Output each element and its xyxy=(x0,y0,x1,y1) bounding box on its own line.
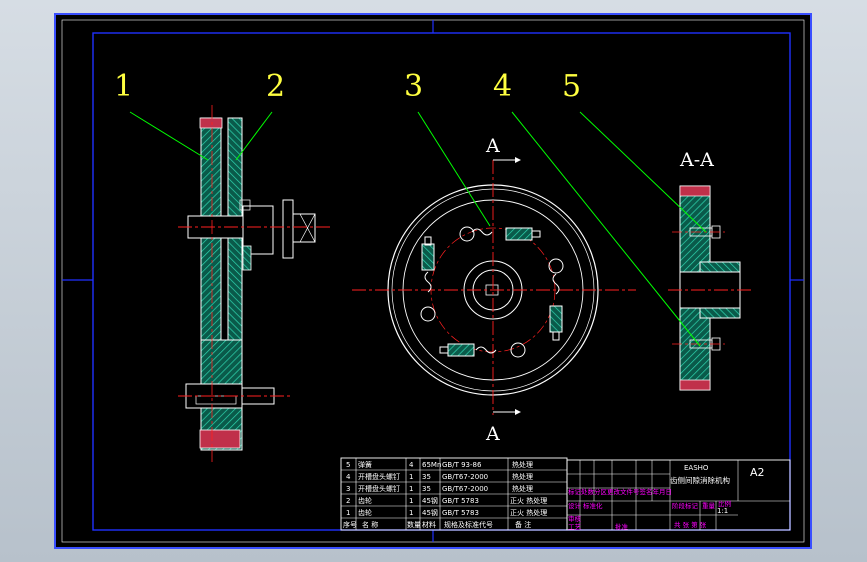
revision-label: 标记处数分区更改文件号签名年月日 xyxy=(568,487,672,496)
balloon-2: 2 xyxy=(266,69,285,104)
bom-name: 齿轮 xyxy=(358,496,372,505)
bom-no: 5 xyxy=(346,461,350,469)
drawing-title: 齿侧间隙消除机构 xyxy=(670,475,730,485)
bom-material: 45钢 xyxy=(422,496,438,505)
bom-qty: 1 xyxy=(409,485,413,493)
ratio-label: 比例 xyxy=(718,499,731,508)
scale-value: 1:1 xyxy=(717,507,728,515)
bom-note: 热处理 xyxy=(512,460,533,469)
bom-material: 35 xyxy=(422,473,431,481)
bom-qty: 1 xyxy=(409,473,413,481)
cad-window: 1 2 3 4 5 A A A-A 5 弹簧 4 65Mn GB/T 93-86… xyxy=(0,0,867,562)
bom-std: GB/T 93-86 xyxy=(442,461,482,469)
check-label: 审核 xyxy=(568,514,582,523)
bom-note: 正火 热处理 xyxy=(510,496,547,505)
bom-std: GB/T67-2000 xyxy=(442,485,488,493)
design-label: 设计 xyxy=(568,501,582,510)
section-mark-top: A xyxy=(485,135,500,157)
bom-no: 2 xyxy=(346,497,350,505)
bom-header-material: 材料 xyxy=(422,520,436,529)
weight-label: 重量 xyxy=(702,502,716,510)
bom-std: GB/T 5783 xyxy=(442,497,479,505)
bom-qty: 4 xyxy=(409,461,414,469)
bom-header-std: 规格及标准代号 xyxy=(444,520,493,529)
bom-no: 3 xyxy=(346,485,350,493)
title-school: EASHO xyxy=(684,464,709,472)
bom-material: 45钢 xyxy=(422,508,438,517)
section-view-title: A-A xyxy=(679,149,714,171)
bom-header-qty: 数量 xyxy=(407,520,421,529)
bom-header-no: 序号 xyxy=(343,520,357,529)
bom-material: 65Mn xyxy=(422,461,441,469)
bom-header-name: 名 称 xyxy=(362,520,378,529)
bom-name: 开槽盘头螺钉 xyxy=(358,472,400,481)
section-mark-bottom: A xyxy=(485,423,500,445)
bom-std: GB/T 5783 xyxy=(442,509,479,517)
balloon-1: 1 xyxy=(114,69,133,104)
bom-std: GB/T67-2000 xyxy=(442,473,488,481)
sheet-info: 共 张 第 张 xyxy=(674,520,707,529)
bom-no: 1 xyxy=(346,509,350,517)
bom-name: 开槽盘头螺钉 xyxy=(358,484,400,493)
drawing-canvas: 1 2 3 4 5 A A A-A 5 弹簧 4 65Mn GB/T 93-86… xyxy=(54,13,812,549)
bom-qty: 1 xyxy=(409,497,413,505)
bom-qty: 1 xyxy=(409,509,413,517)
approve-label: 批准 xyxy=(615,522,629,531)
standard-label: 标准化 xyxy=(583,501,603,510)
balloon-4: 4 xyxy=(493,69,512,104)
bom-note: 热处理 xyxy=(512,472,533,481)
balloon-3: 3 xyxy=(404,69,423,104)
bom-name: 弹簧 xyxy=(358,460,372,469)
bom-note: 热处理 xyxy=(512,484,533,493)
bom-material: 35 xyxy=(422,485,431,493)
balloon-5: 5 xyxy=(562,69,581,104)
sheet-size: A2 xyxy=(750,466,765,479)
process-label: 工艺 xyxy=(568,523,582,531)
bom-no: 4 xyxy=(346,473,351,481)
bom-header-note: 备 注 xyxy=(515,520,531,529)
stage-mark-label: 阶段标记 xyxy=(672,501,699,510)
bom-name: 齿轮 xyxy=(358,508,372,517)
bom-note: 正火 热处理 xyxy=(510,508,547,517)
